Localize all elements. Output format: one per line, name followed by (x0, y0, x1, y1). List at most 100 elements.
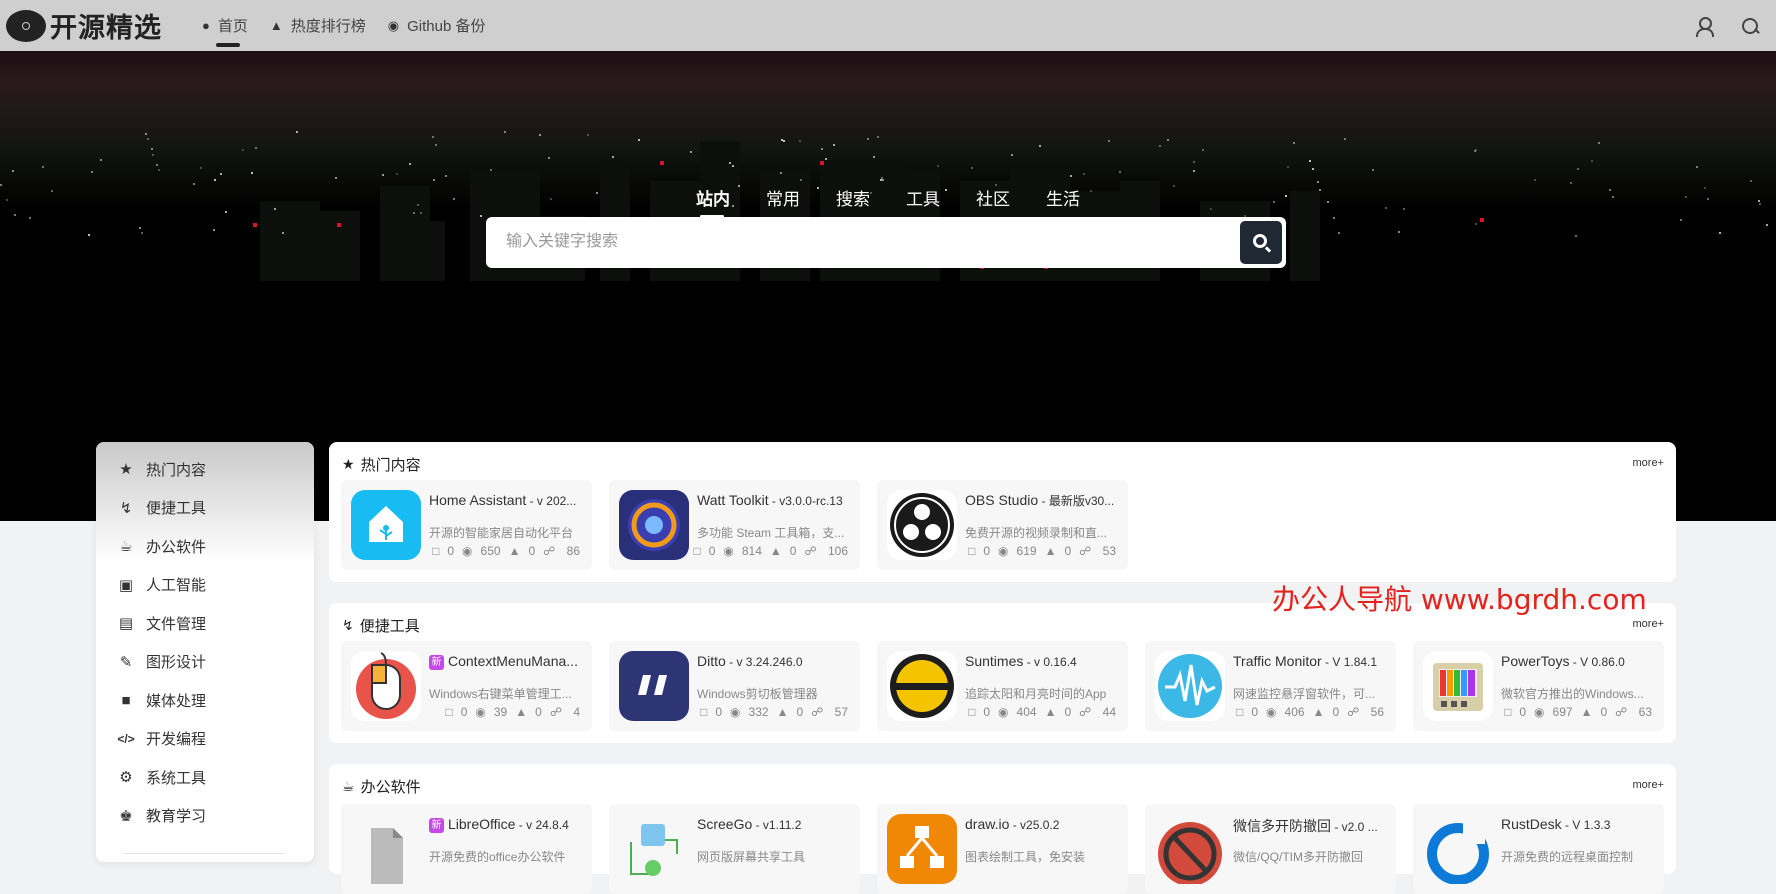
like-count: ▲ 0 (769, 544, 797, 558)
sidebar-item-system[interactable]: ⚙ 系统工具 (96, 758, 314, 797)
app-card-watt-toolkit[interactable]: Watt Toolkit - v3.0.0-rc.13 多功能 Steam 工具… (609, 480, 860, 570)
app-description: 开源免费的远程桌面控制 (1501, 850, 1634, 864)
view-count: ◉ 619 (998, 544, 1037, 558)
section-title: ★ 热门内容 (342, 456, 421, 474)
file-icon: ▤ (118, 615, 134, 633)
new-badge: 新 (429, 818, 444, 833)
app-card-home-assistant[interactable]: Home Assistant - v 202... 开源的智能家居自动化平台 □… (341, 480, 592, 570)
app-card-screego[interactable]: ScreeGo - v1.11.2 网页版屏幕共享工具 (609, 804, 860, 894)
app-name: ContextMenuMana... (448, 653, 578, 669)
comment-count: □ 0 (1504, 705, 1527, 719)
comment-count: □ 0 (700, 705, 723, 719)
main-nav: ● 首页 ▲ 热度排行榜 ◉ Github 备份 (202, 0, 507, 51)
sidebar-item-hot[interactable]: ★ 热门内容 (96, 450, 314, 489)
app-card-contextmenumanager[interactable]: 新 ContextMenuMana... Windows右键菜单管理工... □ 0… (341, 641, 592, 731)
app-card-wechat-antirecall[interactable]: 微信多开防撤回 - v2.0 ... 微信/QQ/TIM多开防撤回 (1145, 804, 1396, 894)
sidebar-item-label: 开发编程 (146, 731, 207, 749)
robot-icon: ▣ (118, 576, 134, 594)
tab-life[interactable]: 生活 (1046, 185, 1080, 210)
eye-logo-icon (6, 9, 46, 42)
app-description: 网页版屏幕共享工具 (697, 850, 806, 864)
app-stats: □ 0 ◉ 697 ▲ 0 ☍ 63 (1496, 705, 1652, 719)
sidebar-item-label: 热门内容 (146, 461, 207, 479)
sidebar-item-label: 文件管理 (146, 615, 207, 633)
app-name: Watt Toolkit (697, 492, 769, 508)
suntimes-icon (887, 651, 957, 721)
section-title: ↯ 便捷工具 (342, 617, 420, 635)
app-version: - v 202... (526, 494, 577, 508)
search-icon[interactable] (1740, 16, 1760, 36)
app-card-libreoffice[interactable]: 新 LibreOffice - v 24.8.4 开源免费的office办公软件 (341, 804, 592, 894)
tab-community[interactable]: 社区 (976, 185, 1010, 210)
comment-count: □ 0 (968, 544, 991, 558)
search-input[interactable] (486, 217, 1226, 266)
app-description: 网速监控悬浮窗软件，可... (1233, 687, 1376, 701)
app-version: - v1.11.2 (752, 818, 802, 832)
app-stats: □ 0 ◉ 39 ▲ 0 ☍ 4 (437, 705, 580, 719)
app-description: 微软官方推出的Windows... (1501, 687, 1644, 701)
tab-search[interactable]: 搜索 (836, 185, 870, 210)
search-button[interactable] (1240, 221, 1282, 264)
sidebar-item-media[interactable]: ■ 媒体处理 (96, 681, 314, 720)
app-card-ditto[interactable]: Ditto - v 3.24.246.0 Windows剪切板管理器 □ 0 ◉ 3… (609, 641, 860, 731)
sidebar-item-office[interactable]: ☕ 办公软件 (96, 527, 314, 566)
tab-common[interactable]: 常用 (766, 185, 800, 210)
app-description: 开源免费的office办公软件 (429, 850, 566, 864)
sidebar-item-design[interactable]: ✎ 图形设计 (96, 643, 314, 682)
tab-tools[interactable]: 工具 (906, 185, 940, 210)
sidebar-item-dev[interactable]: </> 开发编程 (96, 720, 314, 759)
comment-count: □ 0 (693, 544, 716, 558)
app-card-rustdesk[interactable]: RustDesk - V 1.3.3 开源免费的远程桌面控制 (1413, 804, 1664, 894)
lightning-icon: ↯ (342, 617, 354, 633)
app-description: 追踪太阳和月亮时间的App (965, 687, 1107, 701)
sidebar-item-ai[interactable]: ▣ 人工智能 (96, 566, 314, 605)
app-version: - 最新版v30... (1038, 494, 1115, 508)
user-icon: ● (202, 18, 210, 33)
code-icon: </> (117, 731, 135, 746)
app-description: Windows剪切板管理器 (697, 687, 818, 701)
comment-count: □ 0 (432, 544, 455, 558)
app-version: - V 1.3.3 (1561, 818, 1611, 832)
nav-hot-label: 热度排行榜 (290, 18, 366, 35)
site-logo[interactable]: 开源精选 (6, 6, 162, 45)
app-version: - v3.0.0-rc.13 (768, 494, 843, 508)
user-account-icon[interactable] (1694, 16, 1714, 37)
app-stats: □ 0 ◉ 332 ▲ 0 ☍ 57 (692, 705, 848, 719)
sidebar-item-tools[interactable]: ↯ 便捷工具 (96, 489, 314, 528)
app-card-drawio[interactable]: draw.io - v25.0.2 图表绘制工具，免安装 (877, 804, 1128, 894)
app-card-powertoys[interactable]: PowerToys - V 0.86.0 微软官方推出的Windows... □… (1413, 641, 1664, 731)
sidebar-item-label: 办公软件 (146, 538, 207, 556)
sidebar-item-education[interactable]: ♚ 教育学习 (96, 797, 314, 836)
app-card-suntimes[interactable]: Suntimes - v 0.16.4 追踪太阳和月亮时间的App □ 0 ◉ 40… (877, 641, 1128, 731)
pulse-wave-icon (1155, 651, 1225, 721)
nav-hot-ranking[interactable]: ▲ 热度排行榜 (270, 0, 366, 51)
app-card-obs-studio[interactable]: OBS Studio - 最新版v30... 免费开源的视频录制和直... □ 0… (877, 480, 1128, 570)
app-name: PowerToys (1501, 653, 1570, 669)
view-count: ◉ 39 (475, 705, 508, 719)
app-version: - V 1.84.1 (1321, 655, 1378, 669)
more-link[interactable]: more+ (1633, 618, 1665, 630)
tab-site[interactable]: 站内 (696, 185, 730, 218)
share-count: ☍ 86 (543, 544, 580, 558)
like-count: ▲ 0 (1044, 544, 1072, 558)
more-link[interactable]: more+ (1633, 779, 1665, 791)
category-sidebar: ★ 热门内容 ↯ 便捷工具 ☕ 办公软件 ▣ 人工智能 ▤ 文件管理 ✎ 图形设计 ■ 媒体处… (96, 442, 314, 862)
section-tools: ↯ 便捷工具 more+ 新 ContextMenuMana... Windows右… (329, 603, 1676, 743)
powertoys-icon (1423, 651, 1493, 721)
nav-github-backup[interactable]: ◉ Github 备份 (388, 0, 486, 51)
app-card-traffic-monitor[interactable]: Traffic Monitor - V 1.84.1 网速监控悬浮窗软件，可..… (1145, 641, 1396, 731)
comment-count: □ 0 (1236, 705, 1259, 719)
like-count: ▲ 0 (1580, 705, 1608, 719)
nav-home[interactable]: ● 首页 (202, 0, 248, 51)
comment-count: □ 0 (968, 705, 991, 719)
app-name: LibreOffice (448, 816, 516, 832)
star-icon: ★ (119, 461, 133, 479)
nav-home-label: 首页 (217, 18, 248, 35)
education-icon: ♚ (119, 807, 133, 825)
search-category-tabs: 站内 常用 搜索 工具 社区 生活 (0, 185, 1776, 218)
app-name: Ditto (697, 653, 726, 669)
more-link[interactable]: more+ (1633, 457, 1665, 469)
coffee-icon: ☕ (119, 538, 133, 556)
app-stats: □ 0 ◉ 404 ▲ 0 ☍ 44 (960, 705, 1116, 719)
sidebar-item-files[interactable]: ▤ 文件管理 (96, 604, 314, 643)
